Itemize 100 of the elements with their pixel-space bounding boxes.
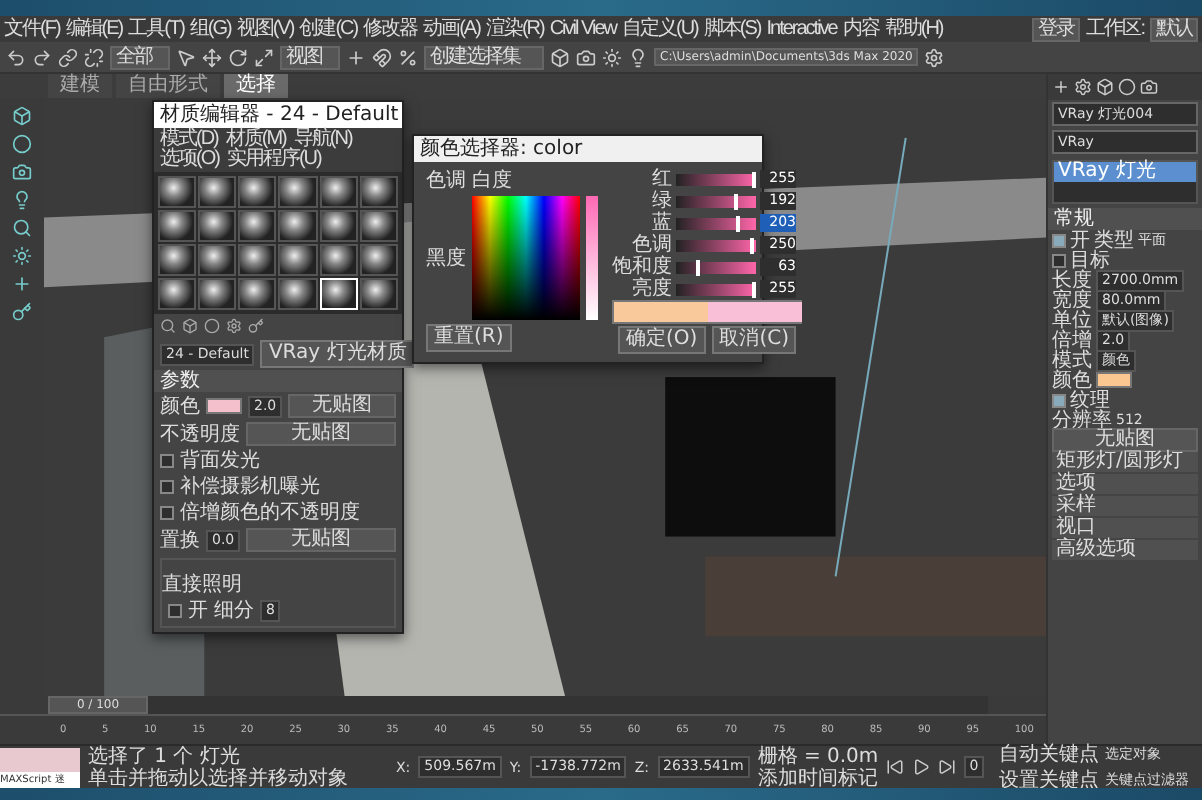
- sidebar-tool-icon[interactable]: [12, 190, 32, 210]
- menu-item[interactable]: 导航(N): [293, 130, 352, 150]
- menu-item[interactable]: 选项(O): [160, 150, 219, 170]
- rollout-header[interactable]: 高级选项: [1052, 540, 1198, 560]
- redo-icon[interactable]: [32, 47, 52, 67]
- checkbox[interactable]: [160, 454, 174, 468]
- settings-icon[interactable]: [924, 47, 945, 67]
- material-tool-icon[interactable]: [182, 318, 198, 334]
- sidebar-tool-icon[interactable]: [12, 106, 32, 126]
- move-icon[interactable]: [202, 47, 222, 67]
- undo-icon[interactable]: [6, 47, 26, 67]
- script-listener[interactable]: [0, 747, 80, 771]
- menu-item[interactable]: 创建(C): [299, 19, 358, 39]
- menu-item[interactable]: 渲染(R): [485, 19, 544, 39]
- previous-frame-icon[interactable]: [885, 758, 904, 776]
- checkbox[interactable]: [1052, 253, 1066, 267]
- map-button[interactable]: 无贴图: [1052, 428, 1198, 452]
- menu-item[interactable]: 动画(A): [423, 19, 480, 39]
- menu-item[interactable]: 编辑(E): [65, 19, 123, 39]
- material-tool-icon[interactable]: [160, 318, 176, 334]
- menu-item[interactable]: Interactive: [766, 19, 837, 39]
- percent-snap-icon[interactable]: [398, 47, 418, 67]
- rollout-header[interactable]: 常规: [1048, 208, 1202, 230]
- camera-icon[interactable]: [576, 47, 596, 67]
- sidebar-tool-icon[interactable]: [12, 134, 32, 154]
- panel-tab-icon[interactable]: [1074, 78, 1092, 96]
- sidebar-tool-icon[interactable]: [12, 302, 32, 322]
- login-dropdown[interactable]: 登录: [1032, 17, 1081, 41]
- link-icon[interactable]: [58, 47, 78, 67]
- play-icon[interactable]: [911, 758, 930, 776]
- filter-dropdown[interactable]: 全部: [110, 45, 170, 69]
- workspace-dropdown[interactable]: 默认: [1150, 17, 1198, 41]
- menu-item[interactable]: 自定义(U): [622, 19, 698, 39]
- unlink-icon[interactable]: [84, 47, 104, 67]
- menu-item[interactable]: Civil View: [549, 19, 616, 39]
- menu-item[interactable]: 帮助(H): [884, 19, 943, 39]
- map-button[interactable]: 无贴图: [246, 528, 396, 552]
- menu-item[interactable]: 视图(V): [236, 19, 294, 39]
- channel-slider[interactable]: [676, 239, 756, 251]
- menu-item[interactable]: 实用程序(U): [226, 150, 321, 170]
- sidebar-tool-icon[interactable]: [12, 274, 32, 294]
- color-spectrum[interactable]: [472, 196, 580, 320]
- menu-item[interactable]: 模式(D): [160, 130, 218, 150]
- menu-item[interactable]: 材质(M): [225, 130, 286, 150]
- ok-button[interactable]: 确定(O): [618, 326, 706, 354]
- menu-item[interactable]: 修改器: [363, 19, 418, 39]
- sidebar-tool-icon[interactable]: [12, 162, 32, 182]
- map-button[interactable]: 无贴图: [246, 422, 396, 446]
- channel-slider[interactable]: [676, 283, 756, 295]
- slider-thumb[interactable]: [736, 215, 741, 231]
- sun-icon[interactable]: [602, 47, 622, 67]
- rollout-header[interactable]: 参数: [154, 370, 402, 392]
- channel-slider[interactable]: [676, 173, 756, 185]
- channel-slider[interactable]: [676, 261, 756, 273]
- panel-tab-icon[interactable]: [1118, 78, 1136, 96]
- set-key-button[interactable]: 设置关键点: [998, 769, 1099, 791]
- sidebar-tool-icon[interactable]: [12, 218, 32, 238]
- rollout-header[interactable]: 采样: [1052, 496, 1198, 516]
- material-type-button[interactable]: VRay 灯光材质: [260, 340, 415, 368]
- rotate-icon[interactable]: [228, 47, 248, 67]
- channel-slider[interactable]: [676, 217, 756, 229]
- next-frame-icon[interactable]: [937, 758, 956, 776]
- menu-item[interactable]: 脚本(S): [703, 19, 761, 39]
- rollout-header[interactable]: 选项: [1052, 474, 1198, 494]
- select-icon[interactable]: [176, 47, 196, 67]
- checkbox[interactable]: [160, 506, 174, 520]
- reset-button[interactable]: 重置(R): [426, 324, 512, 352]
- map-button[interactable]: 无贴图: [288, 394, 396, 418]
- ribbon-tab[interactable]: 选择: [224, 74, 288, 98]
- checkbox[interactable]: [168, 604, 182, 618]
- channel-slider[interactable]: [676, 195, 756, 207]
- cancel-button[interactable]: 取消(C): [711, 326, 797, 354]
- time-tag-button[interactable]: 添加时间标记: [757, 767, 878, 789]
- slider-thumb[interactable]: [749, 237, 754, 253]
- menu-item[interactable]: 工具(T): [128, 19, 184, 39]
- checkbox[interactable]: [160, 480, 174, 494]
- panel-tab-icon[interactable]: [1052, 78, 1070, 96]
- cube-icon[interactable]: [550, 47, 570, 67]
- menu-item[interactable]: 内容: [842, 19, 879, 39]
- ribbon-tab[interactable]: 自由形式: [116, 74, 220, 98]
- checkbox[interactable]: [1052, 393, 1066, 407]
- scale-icon[interactable]: [254, 47, 274, 67]
- menu-item[interactable]: 文件(F): [4, 19, 60, 39]
- rollout-header[interactable]: 矩形灯/圆形灯: [1052, 452, 1198, 472]
- color-swatch[interactable]: [206, 398, 242, 414]
- coordinate-dropdown[interactable]: 视图: [280, 45, 340, 69]
- checkbox[interactable]: [1052, 233, 1066, 247]
- rollout-header[interactable]: 视口: [1052, 518, 1198, 538]
- panel-tab-icon[interactable]: [1096, 78, 1114, 96]
- bulb-icon[interactable]: [628, 47, 648, 67]
- menu-item[interactable]: 组(G): [189, 19, 231, 39]
- material-tool-icon[interactable]: [248, 318, 264, 334]
- sidebar-tool-icon[interactable]: [12, 246, 32, 266]
- selection-set-dropdown[interactable]: 创建选择集: [424, 45, 544, 69]
- ribbon-tab[interactable]: 建模: [48, 74, 112, 98]
- color-swatch[interactable]: [1096, 372, 1132, 388]
- auto-key-button[interactable]: 自动关键点: [998, 743, 1099, 765]
- material-tool-icon[interactable]: [226, 318, 242, 334]
- panel-tab-icon[interactable]: [1140, 78, 1158, 96]
- material-tool-icon[interactable]: [204, 318, 220, 334]
